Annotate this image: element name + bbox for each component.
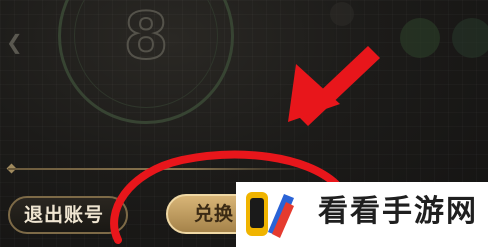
logout-button[interactable]: 退出账号 — [8, 196, 128, 234]
menu-icon[interactable] — [330, 2, 354, 26]
site-watermark-text: 看看手游网 — [318, 194, 478, 229]
chevron-left-icon[interactable]: ❮ — [6, 30, 23, 54]
site-logo-icon — [246, 192, 294, 238]
side-action-icon[interactable] — [400, 18, 440, 58]
countdown-digit: 8 — [123, 0, 170, 74]
side-action-icon-2[interactable] — [452, 18, 488, 58]
divider-line — [8, 168, 308, 170]
